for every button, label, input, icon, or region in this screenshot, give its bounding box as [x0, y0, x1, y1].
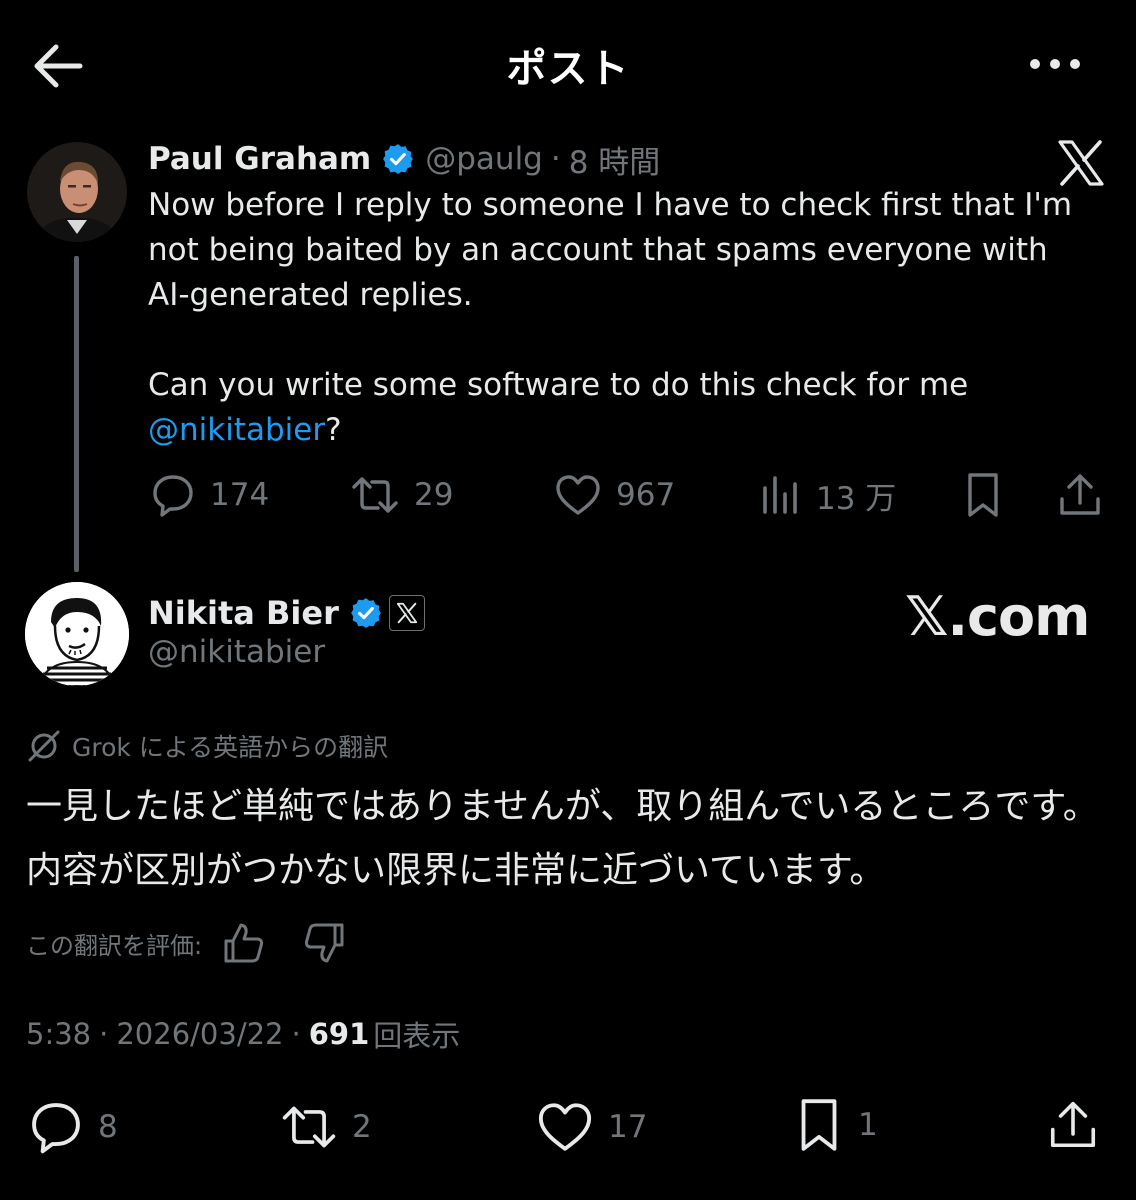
reply-icon [32, 1103, 80, 1154]
translation-label-text: Grok による英語からの翻訳 [72, 733, 389, 762]
view-count: 691 [308, 1017, 370, 1051]
like-button[interactable]: 967 [554, 470, 675, 520]
reply-icon [153, 475, 193, 517]
reply-button[interactable]: 8 [28, 1102, 118, 1154]
post-date[interactable]: 2026/03/22 [116, 1017, 283, 1051]
thumbs-up-icon[interactable] [222, 921, 266, 965]
bookmark-icon [968, 473, 998, 517]
page-title: ポスト [506, 46, 630, 92]
author-name[interactable]: Paul Graham [148, 141, 371, 177]
share-icon [1050, 1101, 1096, 1148]
xcom-watermark: 𝕏.com [905, 585, 1090, 648]
repost-count: 29 [414, 477, 454, 513]
post-time[interactable]: 8 時間 [569, 137, 661, 182]
repost-count: 2 [352, 1109, 372, 1145]
verified-badge-icon [383, 144, 414, 174]
author-handle[interactable]: @paulg [425, 141, 543, 177]
author-name[interactable]: Nikita Bier [148, 594, 339, 632]
like-button[interactable]: 17 [536, 1102, 647, 1152]
tweet1-header: Paul Graham @paulg · 8 時間 [148, 136, 660, 182]
bookmark-count: 1 [858, 1107, 878, 1143]
post-meta: 5:38 · 2026/03/22 · 691 回表示 [26, 1012, 460, 1056]
heart-icon [538, 1103, 592, 1151]
views-label: 回表示 [373, 1019, 461, 1053]
share-button[interactable] [1056, 470, 1118, 520]
bookmark-button[interactable] [962, 470, 1018, 520]
like-count: 967 [616, 477, 676, 513]
views-button[interactable]: 13 万 [760, 470, 896, 520]
avatar-image [25, 582, 129, 686]
more-horizontal-icon [1030, 59, 1080, 69]
thread-connector-line [74, 256, 79, 572]
avatar-paul-graham[interactable] [27, 142, 127, 242]
reply-count: 174 [210, 477, 270, 513]
mention-link[interactable]: @nikitabier [148, 412, 325, 448]
tweet1-text: Now before I reply to someone I have to … [148, 183, 1088, 453]
repost-button[interactable]: 2 [280, 1102, 372, 1152]
repost-icon [352, 477, 398, 513]
translation-label: Grok による英語からの翻訳 [26, 726, 388, 766]
x-logo-icon [1056, 138, 1106, 188]
bookmark-icon [801, 1099, 837, 1151]
grok-icon [28, 730, 60, 762]
analytics-bar-icon [763, 476, 797, 514]
repost-icon [282, 1106, 336, 1148]
like-count: 17 [608, 1109, 648, 1145]
thumbs-down-icon[interactable] [302, 921, 346, 965]
post-time[interactable]: 5:38 [26, 1017, 91, 1051]
rate-translation-row: この翻訳を評価: [26, 920, 346, 966]
reply-count: 8 [98, 1109, 118, 1145]
author-handle[interactable]: @nikitabier [148, 634, 325, 670]
dot-separator: · [550, 141, 561, 177]
share-icon [1060, 474, 1100, 515]
tweet2-header: Nikita Bier [148, 588, 425, 638]
repost-button[interactable]: 29 [350, 470, 453, 520]
views-count: 13 万 [816, 480, 897, 517]
bookmark-button[interactable]: 1 [794, 1099, 878, 1151]
tweet1-paragraph-2-end: ? [325, 412, 342, 448]
share-button[interactable] [1046, 1100, 1114, 1150]
more-button[interactable] [1024, 42, 1086, 86]
tweet2-translated-text: 一見したほど単純ではありませんが、取り組んでいるところです。内容が区別がつかない… [26, 786, 1099, 891]
verified-badge-icon [351, 598, 381, 628]
tweet1-paragraph-1: Now before I reply to someone I have to … [148, 187, 1073, 313]
avatar-nikita-bier[interactable] [25, 582, 129, 686]
heart-icon [556, 475, 600, 515]
tweet1-paragraph-2: Can you write some software to do this c… [148, 363, 1088, 453]
dot-separator: · [99, 1017, 109, 1051]
avatar-image [27, 142, 127, 242]
tweet1-paragraph-2-text: Can you write some software to do this c… [148, 367, 969, 403]
affiliation-x-badge-icon[interactable] [388, 595, 425, 631]
rate-translation-label: この翻訳を評価: [26, 931, 203, 960]
reply-button[interactable]: 174 [150, 470, 269, 520]
dot-separator: · [291, 1017, 301, 1051]
